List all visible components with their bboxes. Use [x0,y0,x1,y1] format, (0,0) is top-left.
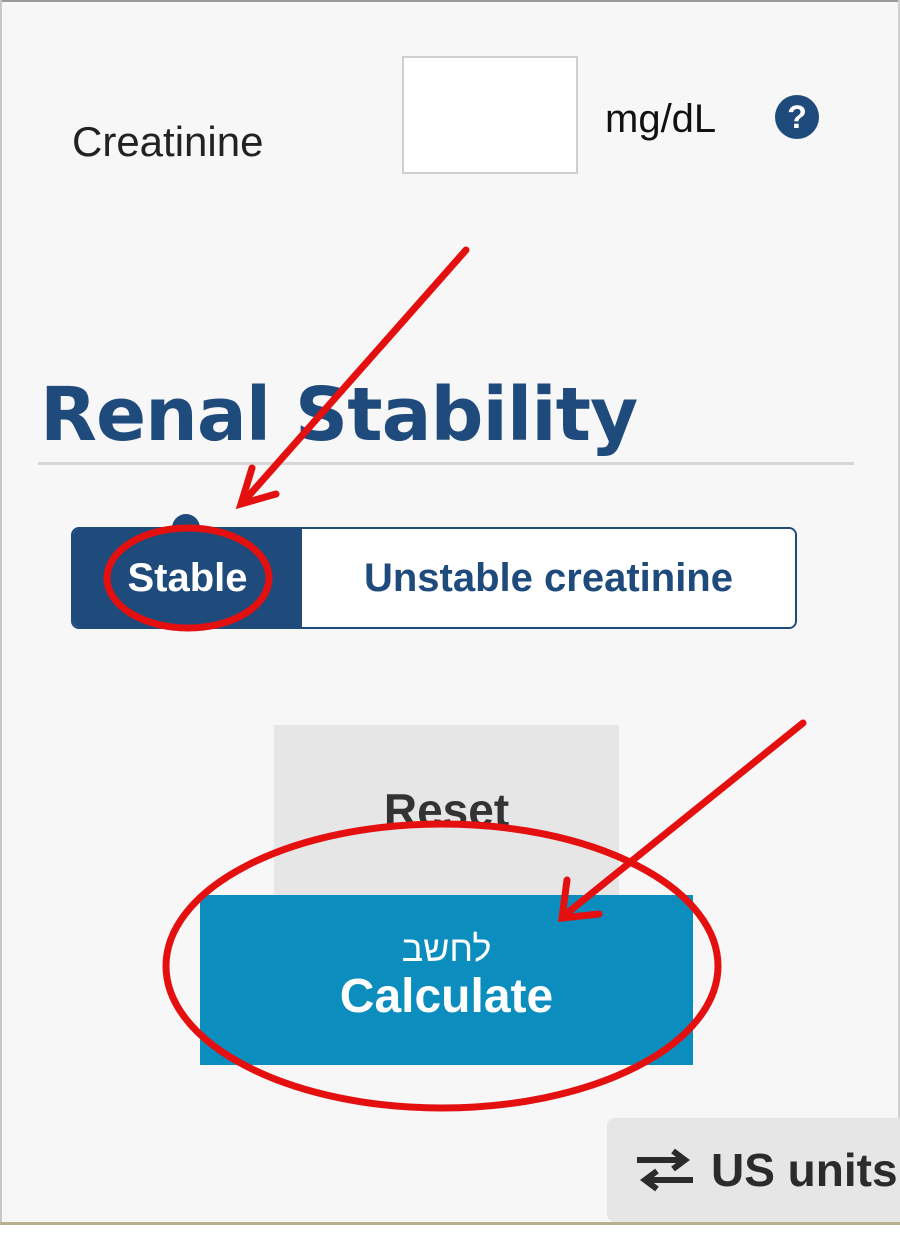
annotation-arrowhead-stable [235,464,280,510]
help-glyph: ? [787,98,807,135]
creatinine-input[interactable] [402,56,578,174]
top-border [0,0,900,2]
reset-button[interactable]: Reset [274,725,619,905]
option-stable[interactable]: Stable [73,529,302,627]
option-unstable-creatinine[interactable]: Unstable creatinine [302,529,795,627]
creatinine-unit: mg/dL [605,97,717,141]
calculate-hebrew-label: לחשב [401,928,492,969]
calculate-label: Calculate [339,970,554,1023]
calculate-button[interactable]: לחשב Calculate [200,895,693,1065]
bottom-strip [0,1222,900,1254]
section-divider [38,462,854,465]
units-label: US units [711,1144,898,1196]
units-toggle-button[interactable]: US units [607,1118,900,1222]
left-border [0,0,2,1225]
creatinine-label: Creatinine [72,118,264,165]
swap-arrows-icon [637,1148,693,1192]
section-title: Renal Stability [40,372,638,458]
question-circle-icon[interactable]: ? [775,95,819,139]
renal-stability-toggle: Stable Unstable creatinine [71,527,797,629]
